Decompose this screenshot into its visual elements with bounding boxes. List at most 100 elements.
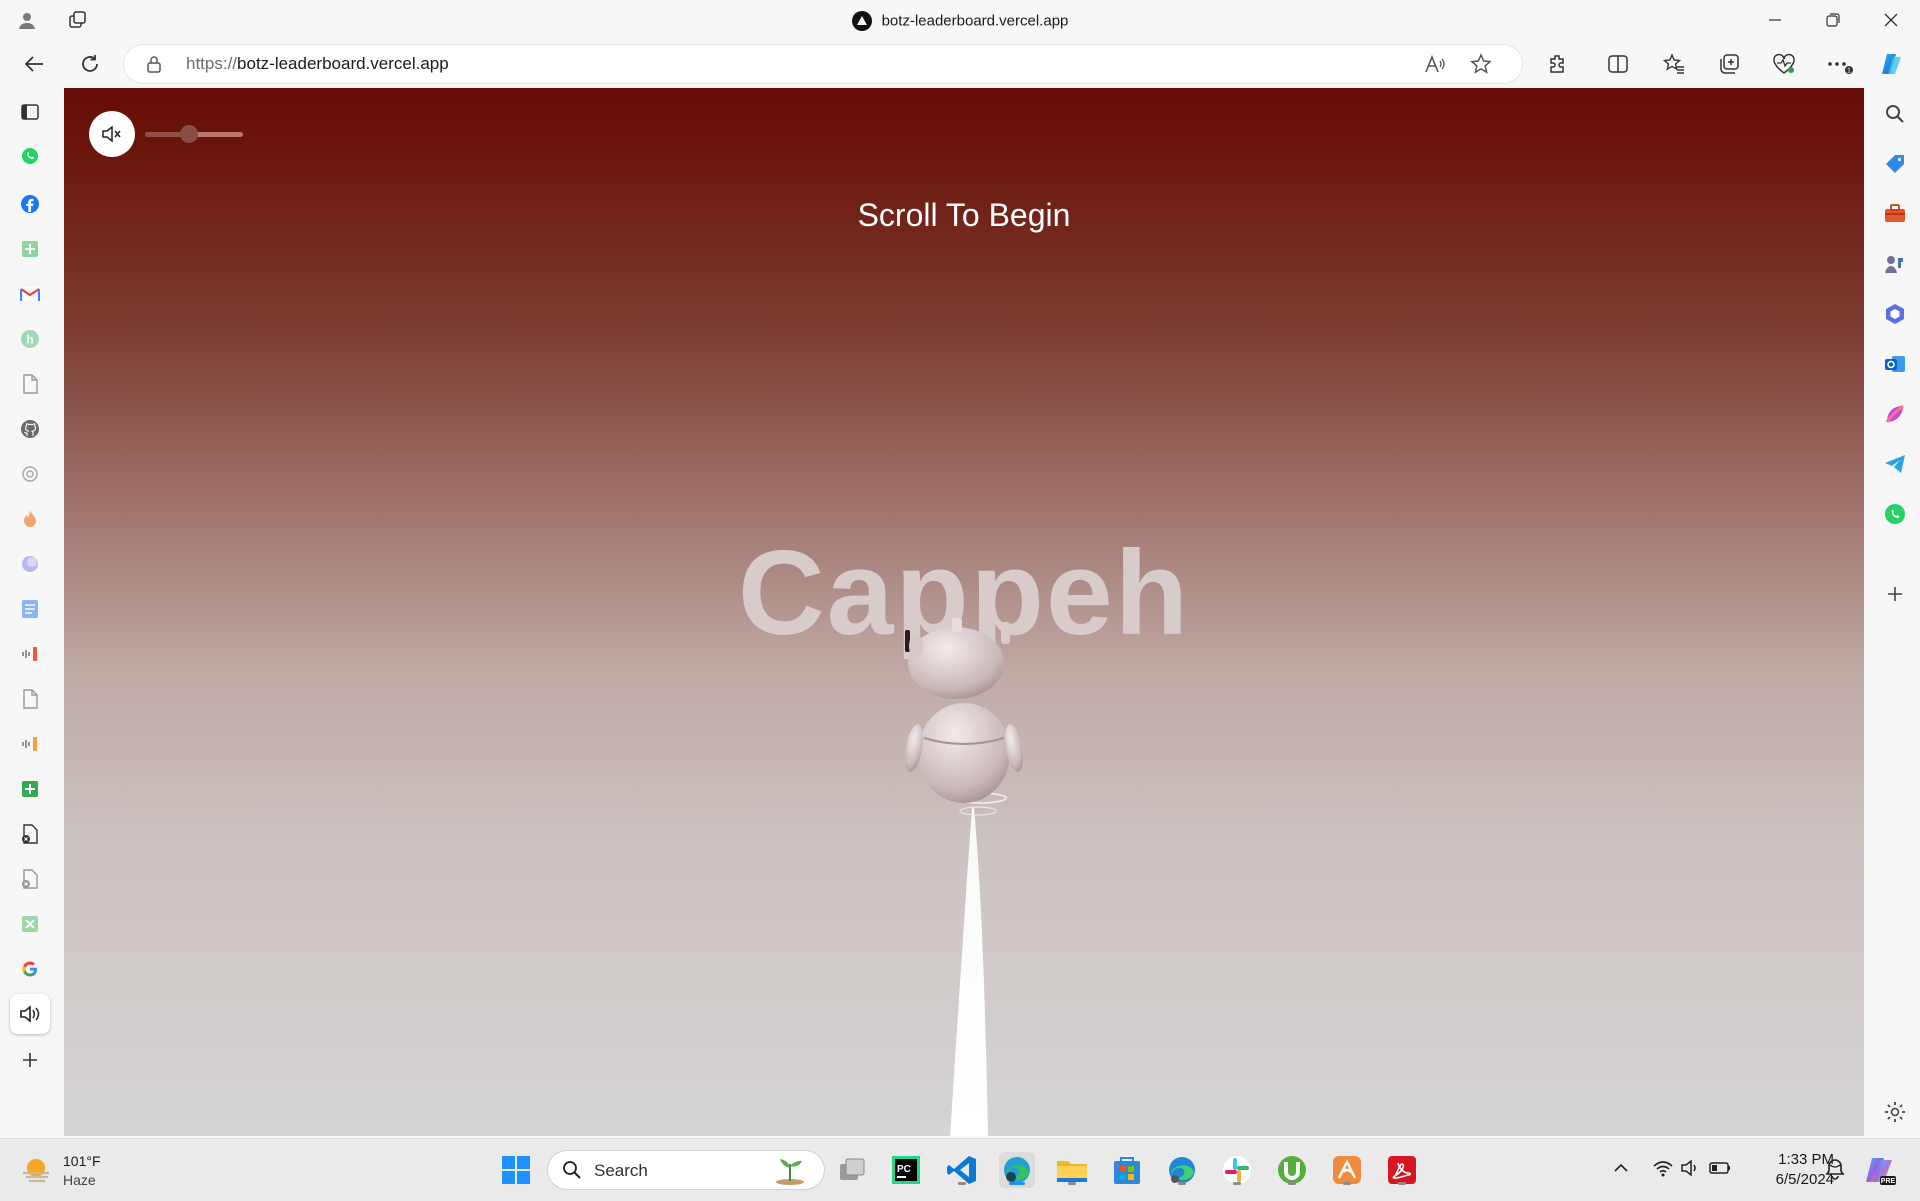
navigation-toolbar: https://botz-leaderboard.vercel.app 1 [0, 40, 1920, 88]
running-indicator [1343, 1182, 1351, 1185]
start-button[interactable] [498, 1152, 534, 1188]
running-indicator [958, 1182, 966, 1185]
robot-illustration [905, 618, 1023, 1136]
openai-icon[interactable] [18, 462, 42, 486]
outlook-icon[interactable] [1883, 352, 1907, 376]
file-error-2-icon[interactable] [18, 867, 42, 891]
running-indicator [1233, 1182, 1241, 1185]
url-text[interactable]: https://botz-leaderboard.vercel.app [186, 54, 449, 74]
pycharm-icon[interactable]: PC [888, 1152, 924, 1188]
weather-temperature: 101°F [63, 1153, 101, 1169]
running-indicator [1178, 1182, 1186, 1185]
right-sidebar [1868, 88, 1920, 1138]
collections-icon[interactable] [1709, 44, 1749, 84]
add-app-icon[interactable] [18, 1048, 42, 1072]
gmail-icon[interactable] [18, 282, 42, 306]
svg-text:1: 1 [1847, 68, 1851, 75]
lock-icon[interactable] [146, 55, 162, 73]
taskbar: 101°F Haze Search PC 1:33 PM 6/5/2024 PR… [0, 1138, 1920, 1201]
search-icon [563, 1161, 581, 1179]
github-icon[interactable] [18, 417, 42, 441]
show-hidden-icons-chevron-icon[interactable] [1612, 1159, 1630, 1177]
audio-app-icon[interactable] [18, 642, 42, 666]
web-page-content[interactable]: Scroll To Begin Cappeh [64, 88, 1864, 1136]
flame-app-icon[interactable] [18, 507, 42, 531]
window-title: botz-leaderboard.vercel.app [0, 11, 1920, 31]
active-indicator [1009, 1182, 1025, 1185]
edge-browser-icon[interactable] [999, 1152, 1035, 1188]
facebook-icon[interactable] [18, 192, 42, 216]
audio-tab-icon[interactable] [10, 994, 50, 1034]
sphere-app-icon[interactable] [18, 552, 42, 576]
spreadsheet-icon[interactable] [18, 912, 42, 936]
title-bar: botz-leaderboard.vercel.app [0, 0, 1920, 40]
svg-text:PRE: PRE [1881, 1178, 1896, 1185]
running-indicator [1288, 1182, 1296, 1185]
running-indicator [1068, 1182, 1076, 1185]
volume-icon[interactable] [1680, 1158, 1702, 1178]
site-favicon-icon [851, 11, 872, 31]
microsoft-365-icon[interactable] [1883, 302, 1907, 326]
file-error-icon[interactable] [18, 822, 42, 846]
app-h-icon[interactable]: h [18, 327, 42, 351]
search-icon[interactable] [1883, 102, 1907, 126]
refresh-button[interactable] [70, 44, 110, 84]
favorites-icon[interactable] [1654, 44, 1694, 84]
shopping-tag-icon[interactable] [1883, 152, 1907, 176]
settings-more-icon[interactable]: 1 [1820, 44, 1860, 84]
vscode-icon[interactable] [944, 1152, 980, 1188]
file-explorer-icon[interactable] [1054, 1152, 1090, 1188]
whatsapp-sidebar-icon[interactable] [1883, 502, 1907, 526]
slack-icon[interactable] [1219, 1152, 1255, 1188]
telegram-icon[interactable] [1883, 452, 1907, 476]
search-label: Search [594, 1161, 648, 1180]
microsoft-store-icon[interactable] [1109, 1152, 1145, 1188]
speaker-muted-icon [102, 125, 121, 143]
google-icon[interactable] [18, 957, 42, 981]
wifi-icon[interactable] [1652, 1158, 1674, 1178]
taskbar-search[interactable]: Search [548, 1151, 824, 1189]
read-aloud-icon[interactable] [1424, 54, 1446, 74]
file-icon[interactable] [18, 687, 42, 711]
restore-button[interactable] [1810, 0, 1856, 40]
svg-text:h: h [26, 333, 33, 347]
minimize-button[interactable] [1752, 0, 1798, 40]
tools-briefcase-icon[interactable] [1883, 202, 1907, 226]
audio-app-2-icon[interactable] [18, 732, 42, 756]
tab-actions-icon[interactable] [18, 100, 42, 124]
battery-icon[interactable] [1708, 1159, 1732, 1177]
plant-decoration-icon [776, 1159, 804, 1185]
docs-icon[interactable] [18, 597, 42, 621]
utorrent-icon[interactable] [1274, 1152, 1310, 1188]
back-button[interactable] [14, 44, 54, 84]
edge-profile-icon[interactable] [1164, 1152, 1200, 1188]
favorite-star-icon[interactable] [1470, 53, 1492, 75]
sun-haze-icon [23, 1159, 49, 1183]
sheets-icon[interactable] [18, 237, 42, 261]
close-button[interactable] [1868, 0, 1914, 40]
designer-icon[interactable] [1883, 402, 1907, 426]
task-view-icon[interactable] [834, 1152, 870, 1188]
extensions-icon[interactable] [1538, 44, 1578, 84]
acrobat-icon[interactable] [1384, 1152, 1420, 1188]
document-icon[interactable] [18, 372, 42, 396]
whatsapp-icon[interactable] [18, 144, 42, 168]
weather-description: Haze [63, 1172, 96, 1188]
svg-text:PC: PC [897, 1164, 911, 1175]
copilot-icon[interactable] [1872, 44, 1912, 84]
notification-bell-icon[interactable] [1824, 1157, 1846, 1181]
orange-app-icon[interactable] [1329, 1152, 1365, 1188]
split-screen-icon[interactable] [1598, 44, 1638, 84]
games-icon[interactable] [1883, 252, 1907, 276]
scroll-prompt: Scroll To Begin [857, 197, 1071, 233]
address-bar[interactable]: https://botz-leaderboard.vercel.app [124, 45, 1522, 83]
sheets-2-icon[interactable] [18, 777, 42, 801]
volume-slider-thumb[interactable] [180, 125, 199, 143]
add-sidebar-app-icon[interactable] [1883, 582, 1907, 606]
copilot-taskbar-icon[interactable]: PRE [1862, 1152, 1898, 1188]
mute-toggle-button[interactable] [89, 111, 135, 157]
browser-essentials-icon[interactable] [1764, 44, 1804, 84]
sidebar-settings-gear-icon[interactable] [1883, 1100, 1907, 1124]
volume-slider[interactable] [145, 125, 243, 143]
left-sidebar: h [0, 88, 60, 1138]
